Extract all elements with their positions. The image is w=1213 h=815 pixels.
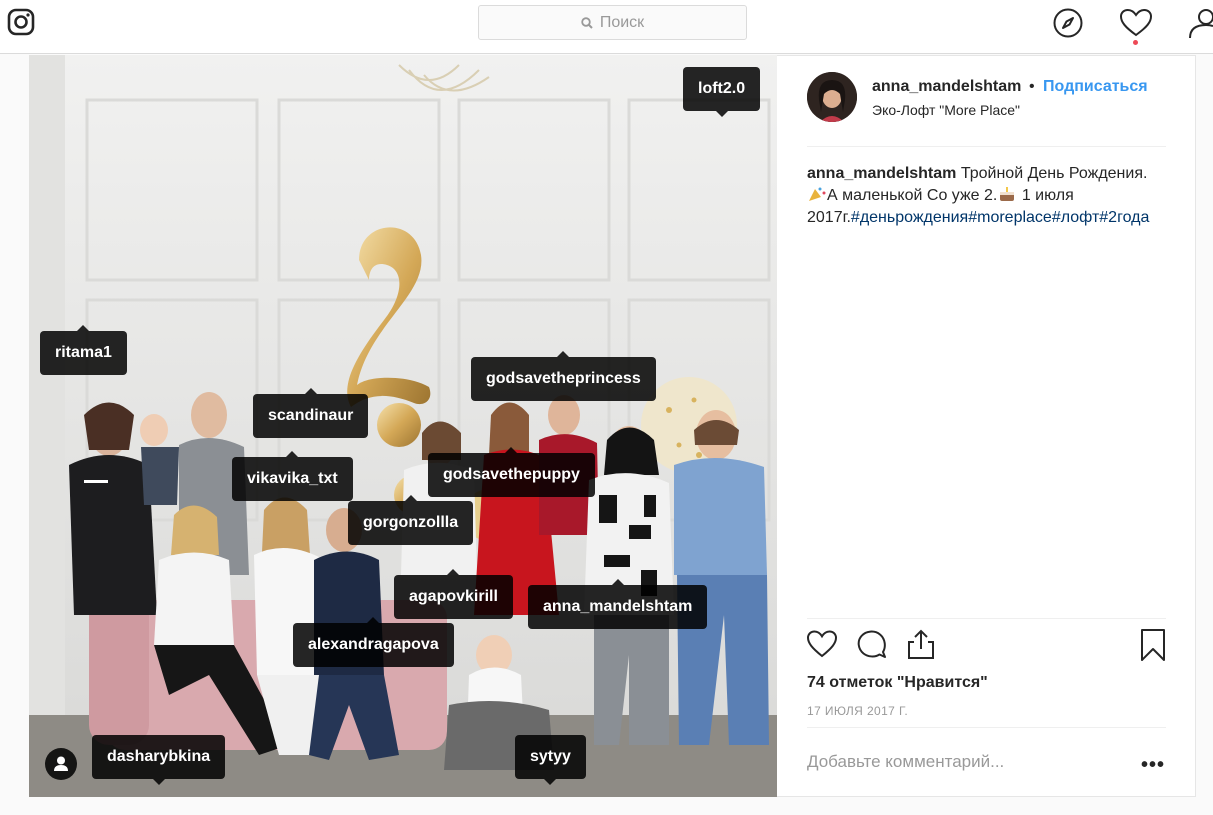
user-tag[interactable]: loft2.0 — [683, 67, 761, 117]
likes-count[interactable]: 74 отметок "Нравится" — [807, 674, 988, 692]
user-tag[interactable]: scandinaur — [253, 388, 369, 438]
caption-text: А маленькой Со уже 2. — [827, 187, 998, 204]
location-link[interactable]: Эко-Лофт "More Place" — [872, 102, 1020, 118]
group-photo-illustration — [29, 55, 777, 797]
instagram-logo-icon[interactable] — [7, 8, 35, 36]
user-tag[interactable]: sytyy — [515, 735, 586, 785]
user-tag[interactable]: agapovkirill — [394, 569, 513, 619]
search-placeholder: Поиск — [599, 13, 645, 31]
user-tag[interactable]: godsavetheprincess — [471, 351, 656, 401]
more-options-button[interactable]: ••• — [1141, 754, 1165, 777]
profile-icon[interactable] — [1188, 7, 1213, 39]
search-input[interactable]: Поиск — [478, 5, 747, 40]
post-photo[interactable]: loft2.0 ritama1 godsavetheprincess scand… — [29, 55, 777, 797]
caption-text: Тройной День Рождения. — [960, 165, 1148, 182]
user-tag[interactable]: dasharybkina — [92, 735, 226, 785]
avatar[interactable] — [807, 72, 857, 122]
cake-icon — [1000, 187, 1015, 201]
share-icon[interactable] — [906, 628, 936, 660]
user-tag[interactable]: alexandragapova — [293, 617, 454, 667]
show-tags-button[interactable] — [45, 748, 77, 780]
party-popper-icon — [809, 187, 826, 201]
comment-icon[interactable] — [856, 628, 888, 660]
hashtag-link[interactable]: #деньрождения — [851, 209, 968, 226]
like-icon[interactable] — [806, 628, 838, 660]
bookmark-icon[interactable] — [1140, 628, 1166, 662]
hashtag-link[interactable]: #лофт — [1052, 209, 1099, 226]
post-date[interactable]: 17 ИЮЛЯ 2017 Г. — [807, 704, 908, 718]
divider — [807, 618, 1166, 619]
top-navigation-bar: Поиск — [0, 0, 1213, 54]
user-tag[interactable]: gorgonzollla — [348, 495, 474, 545]
user-tag[interactable]: godsavethepuppy — [428, 447, 595, 497]
user-tag[interactable]: vikavika_txt — [232, 451, 353, 501]
post-caption: anna_mandelshtam Тройной День Рождения. А… — [807, 163, 1167, 229]
user-tag-icon — [54, 756, 68, 771]
heart-icon[interactable] — [1119, 7, 1153, 39]
divider — [807, 146, 1166, 147]
divider — [807, 727, 1166, 728]
avatar-image — [807, 72, 857, 122]
hashtag-link[interactable]: #moreplace — [968, 209, 1052, 226]
hashtag-link[interactable]: #2года — [1099, 209, 1149, 226]
search-icon — [581, 16, 593, 29]
username-link[interactable]: anna_mandelshtam — [872, 78, 1021, 96]
post-header: anna_mandelshtam • Подписаться Эко-Лофт … — [807, 72, 1167, 132]
caption-username[interactable]: anna_mandelshtam — [807, 165, 956, 182]
comment-input[interactable]: Добавьте комментарий... — [807, 752, 1004, 772]
explore-compass-icon[interactable] — [1052, 7, 1084, 39]
follow-button[interactable]: Подписаться — [1043, 78, 1148, 96]
notification-dot — [1133, 40, 1138, 45]
user-tag[interactable]: anna_mandelshtam — [528, 579, 708, 629]
separator-dot: • — [1029, 78, 1035, 95]
user-tag[interactable]: ritama1 — [40, 325, 127, 375]
